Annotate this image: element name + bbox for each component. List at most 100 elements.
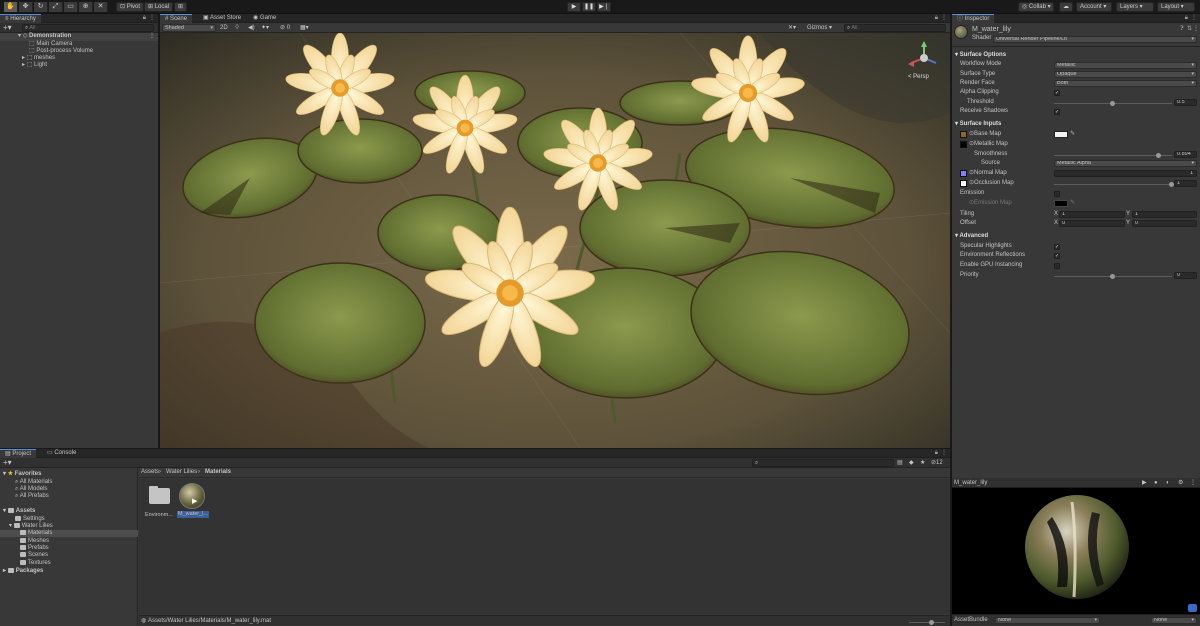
folder-settings[interactable]: Settings [15, 516, 45, 523]
tab-game[interactable]: ◉ Game [248, 14, 281, 23]
breadcrumb-materials[interactable]: Materials [205, 469, 231, 476]
alpha-clipping-checkbox[interactable]: ✓ [1054, 90, 1060, 96]
slider-knob[interactable] [1156, 153, 1162, 158]
breadcrumb-water-lilies[interactable]: Water Lilies [166, 469, 197, 476]
folder-materials[interactable]: Materials [20, 530, 52, 537]
filter-label-icon[interactable]: ◆ [909, 460, 914, 467]
local-toggle[interactable]: ⊞ Local [144, 2, 174, 12]
hand-tool-icon[interactable]: ✋ [4, 2, 18, 12]
tab-inspector[interactable]: ⓘ Inspector [952, 14, 995, 23]
add-object-button[interactable]: +▾ [3, 24, 12, 32]
smoothness-slider[interactable] [1054, 153, 1172, 158]
breadcrumb-assets[interactable]: Assets [141, 469, 159, 476]
scene-viewport[interactable]: < Persp [160, 33, 950, 448]
folder-meshes[interactable]: Meshes [20, 538, 49, 545]
slider-knob[interactable] [1110, 274, 1115, 279]
grid-snap-button[interactable]: ⊞ [174, 2, 188, 12]
panel-menu-icon[interactable]: ⋮ [941, 450, 947, 457]
offset-y-field[interactable]: 0 [1132, 220, 1197, 227]
favorite-all-prefabs[interactable]: ⌕ All Prefabs [15, 493, 49, 500]
gizmos-dropdown[interactable]: Gizmos ▾ [807, 25, 832, 32]
preset-icon[interactable]: ⇅ [1187, 26, 1192, 33]
favorite-all-materials[interactable]: ⌕ All Materials [15, 479, 52, 486]
surface-options-foldout[interactable]: ▾ Surface Options [955, 52, 1006, 59]
tiling-x-field[interactable]: 1 [1059, 211, 1125, 218]
render-face-dropdown[interactable]: Both [1054, 80, 1197, 87]
slider-knob[interactable] [929, 620, 934, 625]
favorite-filter-icon[interactable]: ★ [920, 460, 925, 467]
rect-tool-icon[interactable]: ▭ [64, 2, 78, 12]
specular-highlights-checkbox[interactable]: ✓ [1054, 244, 1060, 250]
account-dropdown[interactable]: Account ▾ [1076, 2, 1112, 12]
workflow-mode-dropdown[interactable]: Metallic [1054, 62, 1197, 69]
preview-play-icon[interactable]: ▶ [1142, 480, 1147, 487]
layers-dropdown[interactable]: Layers ▾ [1116, 2, 1154, 12]
lock-icon[interactable]: 🔒︎ [143, 15, 146, 22]
normal-scale-field[interactable]: 1 [1054, 170, 1197, 177]
preview-sphere-icon[interactable]: ● [1154, 480, 1158, 487]
occlusion-field[interactable]: 1 [1174, 180, 1197, 187]
scene-orientation-gizmo[interactable]: < Persp [906, 41, 942, 81]
surface-inputs-foldout[interactable]: ▾ Surface Inputs [955, 121, 1001, 128]
surface-type-dropdown[interactable]: Opaque [1054, 71, 1197, 78]
effects-toggle-icon[interactable]: ✦▾ [261, 25, 269, 32]
priority-field[interactable]: 0 [1174, 272, 1197, 279]
hierarchy-item-meshes[interactable]: ▸ ⬚ meshes [22, 55, 55, 62]
play-button[interactable]: ▶ [567, 2, 581, 12]
folder-scenes[interactable]: Scenes [20, 552, 48, 559]
panel-menu-icon[interactable]: ⋮ [941, 15, 947, 22]
tools-icon[interactable]: ✕▾ [788, 25, 796, 32]
create-asset-button[interactable]: +▾ [3, 459, 12, 467]
collab-button[interactable]: ◎ Collab ▾ [1018, 2, 1054, 12]
icon-size-slider[interactable] [909, 620, 945, 625]
normal-map-texture-slot[interactable] [960, 170, 967, 177]
gpu-instancing-checkbox[interactable] [1054, 263, 1060, 269]
scene-search-input[interactable]: ⌕ All [844, 24, 946, 32]
audio-toggle-icon[interactable]: ◀) [248, 25, 255, 32]
lock-icon[interactable]: 🔒︎ [935, 450, 938, 457]
emission-checkbox[interactable] [1054, 191, 1060, 197]
asset-item-m-water-lily[interactable]: ▶ M_water_l... [177, 482, 209, 518]
hierarchy-root-row[interactable]: ▾ ◇ Demonstration ⋮ [0, 33, 158, 41]
panel-menu-icon[interactable]: ⋮ [1191, 15, 1197, 22]
favorites-foldout[interactable]: ▾ ★ Favorites [3, 471, 41, 478]
metallic-map-texture-slot[interactable] [960, 141, 967, 148]
scale-tool-icon[interactable]: ⤢ [49, 2, 63, 12]
hierarchy-item-main-camera[interactable]: ⬚ Main Camera [29, 41, 72, 48]
layout-dropdown[interactable]: Layout ▾ [1157, 2, 1195, 12]
folder-prefabs[interactable]: Prefabs [20, 545, 49, 552]
camera-projection-label[interactable]: < Persp [908, 74, 929, 81]
hidden-objects-icon[interactable]: ⊘ 0 [280, 25, 290, 32]
step-button[interactable]: ▶❘ [597, 2, 611, 12]
threshold-slider[interactable] [1054, 101, 1172, 106]
advanced-foldout[interactable]: ▾ Advanced [955, 233, 988, 240]
grid-toggle-icon[interactable]: ▦▾ [300, 25, 309, 32]
environment-reflections-checkbox[interactable]: ✓ [1054, 253, 1060, 259]
base-color-swatch[interactable] [1054, 131, 1068, 138]
asset-bundle-variant-dropdown[interactable]: None [1151, 617, 1197, 624]
shading-mode-dropdown[interactable]: Shaded [162, 24, 216, 32]
slider-knob[interactable] [1110, 101, 1115, 106]
tab-project[interactable]: ▤ Project [0, 449, 37, 458]
2d-toggle[interactable]: 2D [220, 25, 228, 32]
shader-dropdown[interactable]: Universal Render Pipeline/Lit [993, 36, 1197, 43]
smoothness-field[interactable]: 0.894 [1174, 151, 1197, 158]
lighting-toggle-icon[interactable]: 💡︎ [235, 25, 239, 32]
tab-hierarchy[interactable]: ≡ Hierarchy [0, 14, 41, 23]
eyedropper-icon[interactable]: ✎ [1070, 131, 1075, 138]
preview-light-icon[interactable]: ◐ [1166, 480, 1170, 487]
base-map-texture-slot[interactable] [960, 131, 967, 138]
scene-menu-icon[interactable]: ⋮ [149, 33, 155, 40]
component-menu-icon[interactable]: ⋮ [1193, 26, 1199, 33]
tiling-y-field[interactable]: 1 [1132, 211, 1197, 218]
receive-shadows-checkbox[interactable]: ✓ [1054, 109, 1060, 115]
asset-item-environment-folder[interactable]: Environm... [143, 483, 173, 519]
cloud-button[interactable]: ☁ [1059, 2, 1073, 12]
hierarchy-search-input[interactable]: ⌕ All [22, 24, 154, 32]
preview-menu-icon[interactable]: ⋮ [1190, 480, 1196, 487]
move-tool-icon[interactable]: ✥ [19, 2, 33, 12]
custom-tool-icon[interactable]: ✕ [94, 2, 108, 12]
lock-icon[interactable]: 🔒︎ [1185, 15, 1188, 22]
tab-asset-store[interactable]: ▣ Asset Store [198, 14, 246, 23]
filter-type-icon[interactable]: ▤ [897, 460, 903, 467]
